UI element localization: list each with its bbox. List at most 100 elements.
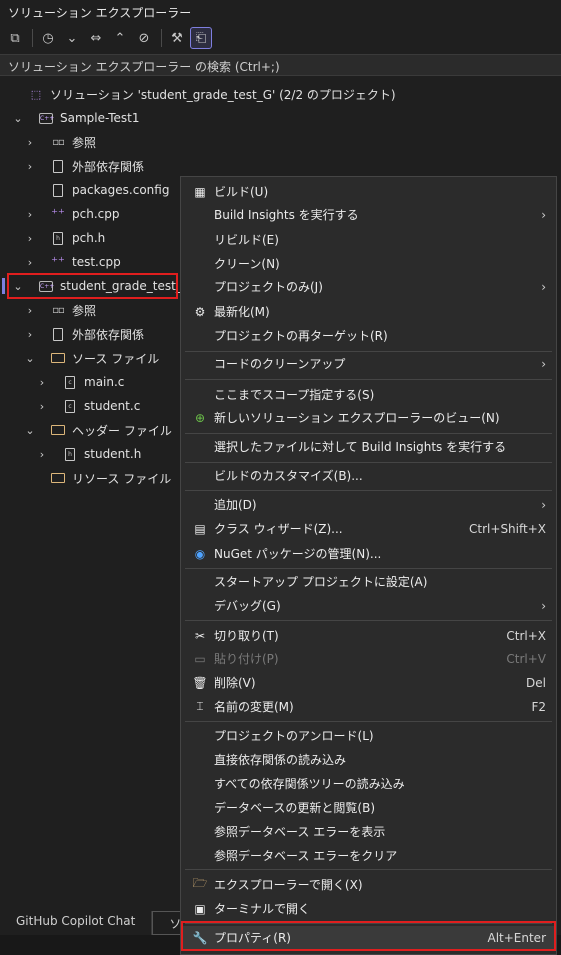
new-view-icon: ⊕ bbox=[194, 410, 206, 425]
menu-item-label: コードのクリーンアップ bbox=[214, 357, 346, 371]
menu-item-delete[interactable]: 🗑 削除(V) Del bbox=[181, 671, 556, 694]
chevron-right-icon[interactable]: › bbox=[22, 136, 38, 149]
chevron-right-icon: › bbox=[541, 207, 546, 222]
chevron-right-icon[interactable]: › bbox=[34, 448, 50, 461]
menu-item-open-terminal[interactable]: ▣ ターミナルで開く bbox=[181, 897, 556, 920]
menu-item-load-all[interactable]: すべての依存関係ツリーの読み込み bbox=[181, 772, 556, 795]
menu-item-db-update[interactable]: データベースの更新と閲覧(B) bbox=[181, 796, 556, 819]
c-file-icon: c bbox=[65, 399, 75, 413]
menu-item-load-direct[interactable]: 直接依存関係の読み込み bbox=[181, 748, 556, 771]
menu-item-db-clear-errors[interactable]: 参照データベース エラーをクリア bbox=[181, 844, 556, 867]
menu-item-label: 最新化(M) bbox=[214, 305, 270, 319]
preview-icon[interactable]: ⎗ bbox=[190, 27, 212, 49]
show-all-files-icon[interactable]: ⊘ bbox=[133, 27, 155, 49]
tree-item-label: test.cpp bbox=[72, 255, 121, 269]
menu-item-label: エクスプローラーで開く(X) bbox=[214, 878, 363, 892]
chevron-down-icon[interactable]: ⌄ bbox=[22, 424, 38, 437]
menu-item-new-view[interactable]: ⊕ 新しいソリューション エクスプローラーのビュー(N) bbox=[181, 406, 556, 429]
menu-item-class-wizard[interactable]: ▤ クラス ウィザード(Z)... Ctrl+Shift+X bbox=[181, 517, 556, 540]
header-file-icon: h bbox=[53, 231, 63, 245]
chevron-down-icon[interactable]: ⌄ bbox=[22, 352, 38, 365]
menu-item-label: 直接依存関係の読み込み bbox=[214, 753, 347, 767]
menu-item-label: Build Insights を実行する bbox=[214, 208, 359, 222]
project-icon: C++ bbox=[39, 112, 55, 124]
menu-item-build-customize[interactable]: ビルドのカスタマイズ(B)... bbox=[181, 464, 556, 487]
rename-icon: ⌶ bbox=[196, 699, 204, 713]
search-input[interactable]: ソリューション エクスプローラー の検索 (Ctrl+;) bbox=[0, 54, 561, 76]
window-title: ソリューション エクスプローラー bbox=[8, 6, 192, 20]
menu-item-build[interactable]: ▦ ビルド(U) bbox=[181, 180, 556, 203]
scissors-icon: ✂ bbox=[194, 628, 206, 643]
menu-item-label: ターミナルで開く bbox=[214, 902, 311, 916]
tree-item-label: main.c bbox=[84, 375, 125, 389]
menu-item-rename[interactable]: ⌶ 名前の変更(M) F2 bbox=[181, 695, 556, 718]
properties-wrench-icon[interactable]: ⚒ bbox=[166, 27, 188, 49]
chevron-right-icon[interactable]: › bbox=[34, 400, 50, 413]
shortcut-label: Ctrl+Shift+X bbox=[469, 521, 546, 536]
tree-item-label: Sample-Test1 bbox=[60, 111, 140, 125]
chevron-right-icon[interactable]: › bbox=[34, 376, 50, 389]
chevron-down-icon[interactable]: ⌄ bbox=[10, 112, 26, 125]
tree-item-solution[interactable]: ⬚ ソリューション 'student_grade_test_G' (2/2 のプ… bbox=[0, 82, 561, 106]
menu-item-label: すべての依存関係ツリーの読み込み bbox=[214, 777, 405, 791]
menu-item-clean[interactable]: クリーン(N) bbox=[181, 252, 556, 275]
history-icon[interactable]: ◷ bbox=[37, 27, 59, 49]
tab-copilot-chat[interactable]: GitHub Copilot Chat bbox=[0, 911, 153, 935]
shortcut-label: F2 bbox=[531, 699, 546, 714]
shortcut-label: Ctrl+V bbox=[506, 651, 546, 666]
menu-item-debug[interactable]: デバッグ(G) › bbox=[181, 594, 556, 617]
collapse-all-icon[interactable]: ⌃ bbox=[109, 27, 131, 49]
terminal-icon: ▣ bbox=[194, 901, 206, 916]
menu-item-add[interactable]: 追加(D) › bbox=[181, 493, 556, 516]
cpp-file-icon: ⁺⁺ bbox=[51, 206, 65, 222]
tree-item-p1-external[interactable]: › 外部依存関係 bbox=[0, 154, 561, 178]
menu-item-unload[interactable]: プロジェクトのアンロード(L) bbox=[181, 724, 556, 747]
menu-item-scope[interactable]: ここまでスコープ指定する(S) bbox=[181, 383, 556, 406]
tree-item-label: student.c bbox=[84, 399, 141, 413]
menu-item-open-explorer[interactable]: 🗁 エクスプローラーで開く(X) bbox=[181, 873, 556, 896]
menu-item-label: 貼り付け(P) bbox=[214, 652, 279, 666]
tree-item-label: packages.config bbox=[72, 183, 170, 197]
refresh-icon: ⚙ bbox=[194, 304, 206, 319]
menu-item-build-insights[interactable]: Build Insights を実行する › bbox=[181, 203, 556, 226]
menu-item-retarget[interactable]: プロジェクトの再ターゲット(R) bbox=[181, 324, 556, 347]
tree-item-project1[interactable]: ⌄ C++ Sample-Test1 bbox=[0, 106, 561, 130]
menu-item-project-only[interactable]: プロジェクトのみ(J) › bbox=[181, 275, 556, 298]
menu-item-label: 新しいソリューション エクスプローラーのビュー(N) bbox=[214, 411, 500, 425]
references-icon: ▫▫ bbox=[52, 136, 65, 148]
menu-item-paste: ▭ 貼り付け(P) Ctrl+V bbox=[181, 647, 556, 670]
chevron-right-icon[interactable]: › bbox=[22, 328, 38, 341]
chevron-right-icon: › bbox=[541, 279, 546, 294]
tree-item-p1-refs[interactable]: › ▫▫ 参照 bbox=[0, 130, 561, 154]
references-icon: ▫▫ bbox=[52, 304, 65, 316]
menu-item-refresh[interactable]: ⚙ 最新化(M) bbox=[181, 300, 556, 323]
chevron-right-icon[interactable]: › bbox=[22, 232, 38, 245]
chevron-right-icon[interactable]: › bbox=[22, 256, 38, 269]
menu-item-db-show-errors[interactable]: 参照データベース エラーを表示 bbox=[181, 820, 556, 843]
highlight-box-properties bbox=[181, 921, 556, 951]
class-wizard-icon: ▤ bbox=[194, 521, 206, 536]
menu-item-label: 名前の変更(M) bbox=[214, 700, 294, 714]
menu-item-label: 追加(D) bbox=[214, 498, 257, 512]
highlight-box-project bbox=[7, 273, 178, 299]
menu-item-cut[interactable]: ✂ 切り取り(T) Ctrl+X bbox=[181, 624, 556, 647]
chevron-right-icon[interactable]: › bbox=[22, 208, 38, 221]
menu-item-label: データベースの更新と閲覧(B) bbox=[214, 801, 375, 815]
menu-item-label: NuGet パッケージの管理(N)... bbox=[214, 547, 382, 561]
menu-item-build-insights-selected[interactable]: 選択したファイルに対して Build Insights を実行する bbox=[181, 435, 556, 458]
sync-icon[interactable]: ⇔ bbox=[85, 27, 107, 49]
menu-item-label: クリーン(N) bbox=[214, 257, 280, 271]
tree-item-label: ソース ファイル bbox=[72, 351, 160, 366]
chevron-right-icon[interactable]: › bbox=[22, 160, 38, 173]
menu-separator bbox=[185, 490, 552, 491]
menu-separator bbox=[185, 869, 552, 870]
chevron-down-icon[interactable]: ⌄ bbox=[61, 27, 83, 49]
menu-item-code-cleanup[interactable]: コードのクリーンアップ › bbox=[181, 352, 556, 375]
toolbar-separator bbox=[161, 29, 162, 47]
chevron-right-icon[interactable]: › bbox=[22, 304, 38, 317]
menu-item-rebuild[interactable]: リビルド(E) bbox=[181, 228, 556, 251]
menu-item-startup[interactable]: スタートアップ プロジェクトに設定(A) bbox=[181, 570, 556, 593]
menu-item-nuget[interactable]: ◉ NuGet パッケージの管理(N)... bbox=[181, 542, 556, 565]
solution-icon: ⬚ bbox=[30, 87, 42, 101]
switch-views-icon[interactable]: ⧉ bbox=[4, 27, 26, 49]
